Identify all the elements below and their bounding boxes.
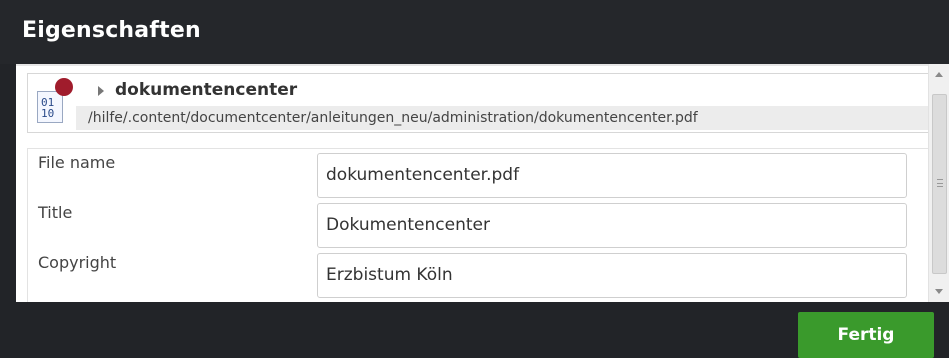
resource-path: /hilfe/.content/documentcenter/anleitung… [76,106,934,130]
title-field[interactable]: Dokumentencenter [317,203,907,248]
file-name-label: File name [38,153,116,172]
copyright-label: Copyright [38,253,117,272]
scroll-down-arrow-icon[interactable] [935,289,943,294]
binary-file-icon: 01 10 [37,91,63,123]
dialog-title: Eigenschaften [22,18,201,43]
expand-arrow-icon[interactable] [98,86,104,96]
property-row-file-name: File name dokumentencenter.pdf [28,149,935,199]
icon-text-line2: 10 [41,107,55,120]
dialog-titlebar: Eigenschaften [0,0,949,64]
vertical-scrollbar[interactable] [928,64,949,302]
resource-name: dokumentencenter [115,80,298,100]
copyright-field[interactable]: Erzbistum Köln [317,253,907,298]
scroll-up-arrow-icon[interactable] [935,72,943,77]
dialog-content: 01 10 dokumentencenter /hilfe/.content/d… [16,64,949,302]
property-row-title: Title Dokumentencenter [28,199,935,249]
resource-info: 01 10 dokumentencenter /hilfe/.content/d… [27,73,934,133]
scrollbar-thumb[interactable] [932,94,947,274]
properties-dialog: Eigenschaften 01 10 dokumentencenter /hi… [0,0,949,358]
status-dot-icon [55,78,73,96]
property-row-copyright: Copyright Erzbistum Köln [28,249,935,299]
title-label: Title [38,203,73,222]
scrollbar-grip-icon [937,179,943,187]
file-name-field[interactable]: dokumentencenter.pdf [317,153,907,198]
properties-form: File name dokumentencenter.pdf Title Dok… [27,148,934,302]
done-button[interactable]: Fertig [798,312,934,358]
